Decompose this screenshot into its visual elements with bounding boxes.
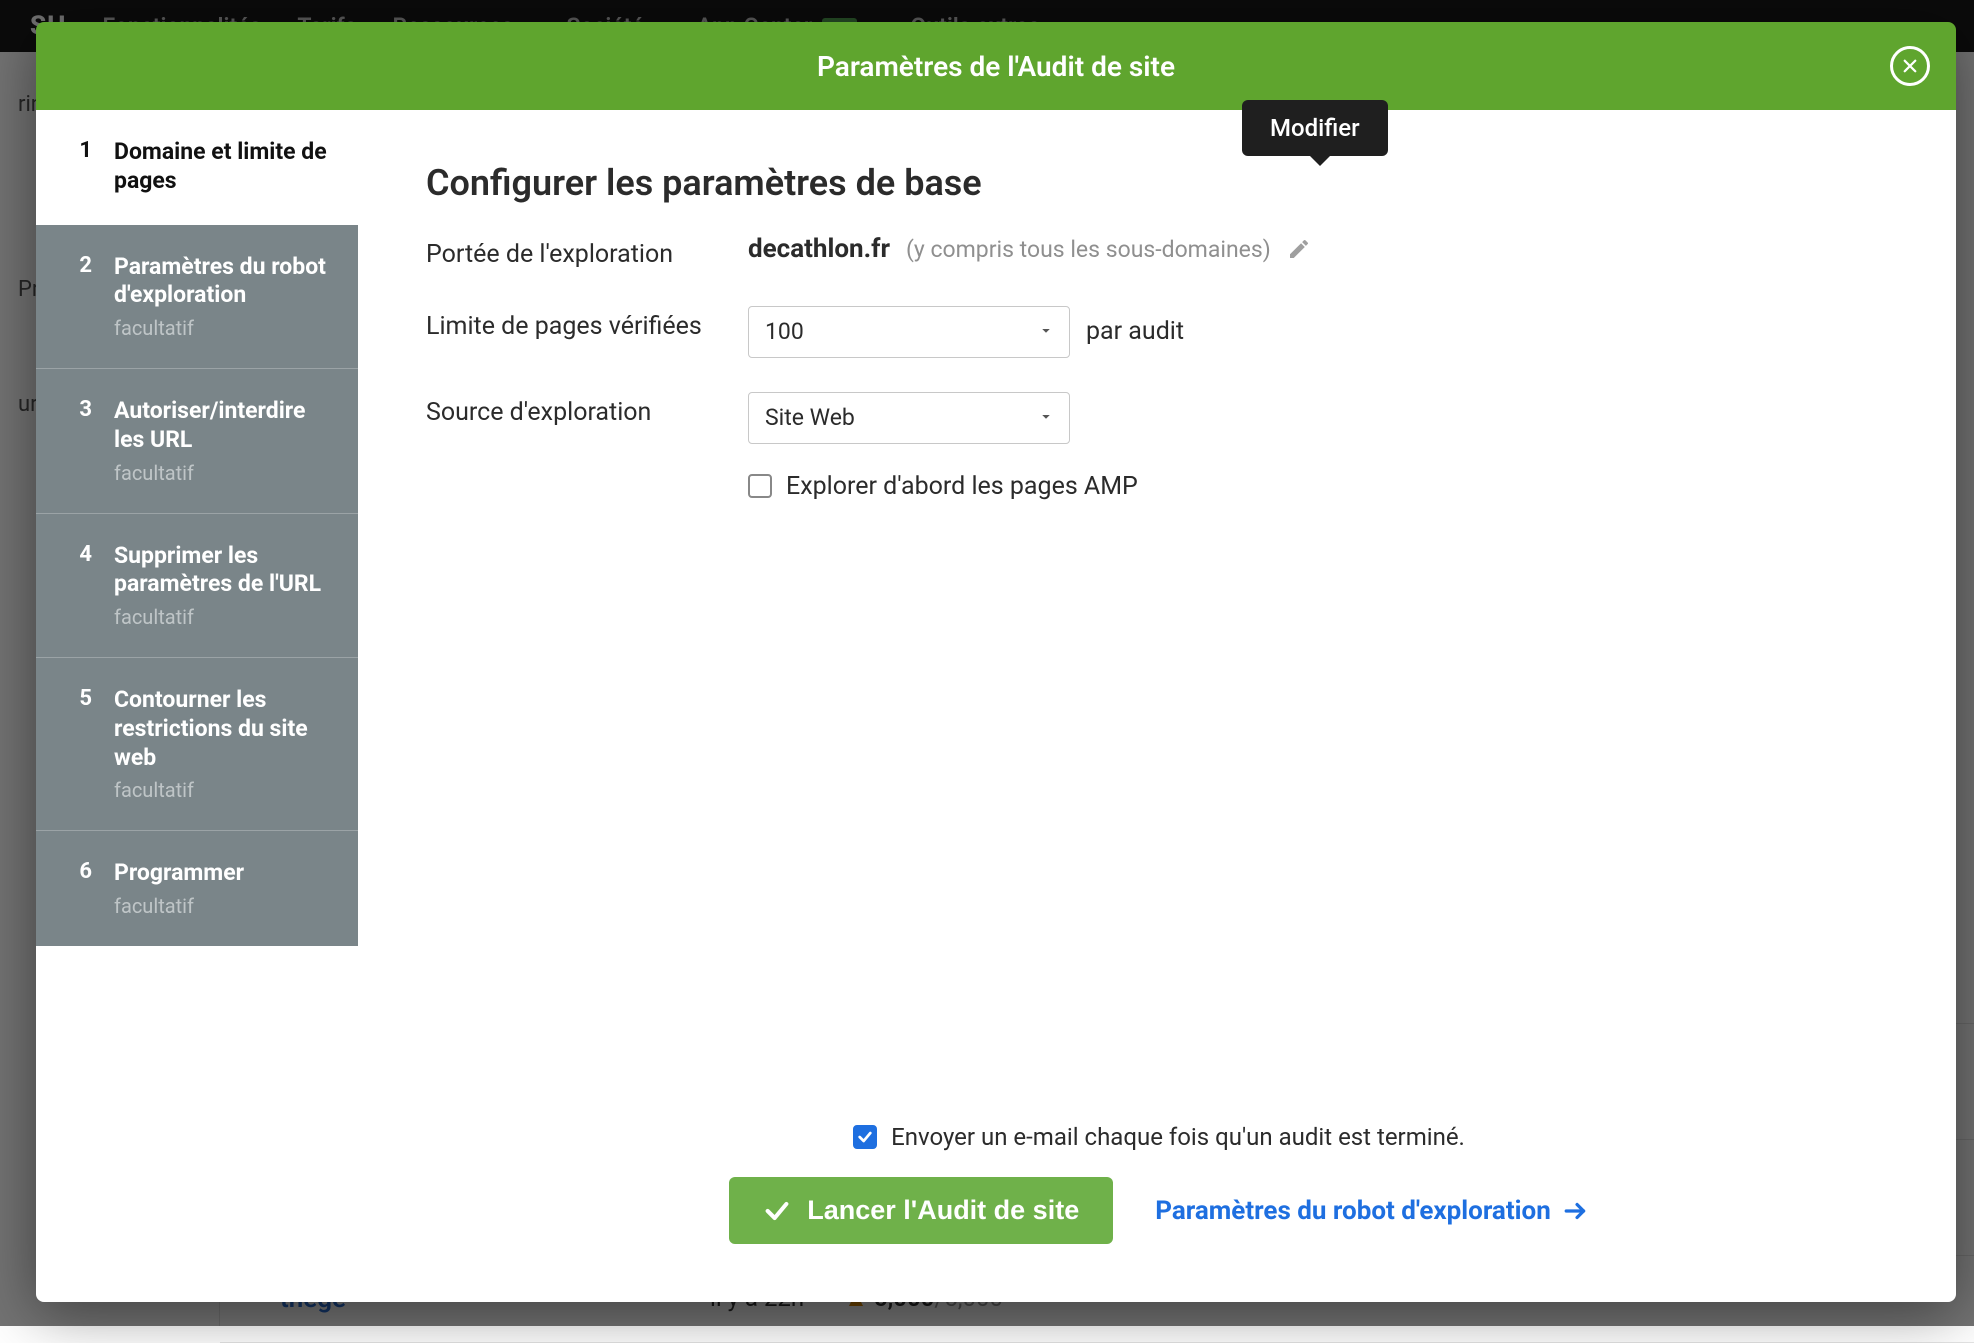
limit-label: Limite de pages vérifiées: [426, 306, 748, 344]
step-bypass-restrictions[interactable]: 5 Contourner les restrictions du site we…: [36, 658, 358, 831]
email-notify-checkbox[interactable]: [853, 1125, 877, 1149]
close-icon: [1901, 57, 1919, 75]
amp-first-row: Explorer d'abord les pages AMP: [748, 472, 1138, 501]
step-crawler-settings[interactable]: 2 Paramètres du robot d'exploration facu…: [36, 225, 358, 370]
page-limit-select[interactable]: 100: [748, 306, 1070, 358]
step-schedule[interactable]: 6 Programmer facultatif: [36, 831, 358, 946]
footer-actions: Lancer l'Audit de site Paramètres du rob…: [729, 1177, 1589, 1244]
edit-tooltip: Modifier: [1242, 100, 1388, 156]
step-allow-disallow-url[interactable]: 3 Autoriser/interdire les URL facultatif: [36, 369, 358, 514]
domain-value: decathlon.fr: [748, 234, 890, 264]
page-limit-value: 100: [765, 318, 804, 345]
modal-title: Paramètres de l'Audit de site: [817, 50, 1175, 83]
crawl-source-select[interactable]: Site Web: [748, 392, 1070, 444]
amp-first-label: Explorer d'abord les pages AMP: [786, 472, 1138, 501]
arrow-right-icon: [1563, 1198, 1589, 1224]
email-notify-label: Envoyer un e-mail chaque fois qu'un audi…: [891, 1123, 1465, 1151]
check-icon: [763, 1197, 791, 1225]
limit-suffix: par audit: [1086, 317, 1184, 346]
content-heading: Configurer les paramètres de base: [426, 162, 1892, 204]
modal-body: 1 Domaine et limite de pages 2 Paramètre…: [36, 110, 1956, 1302]
wizard-steps: 1 Domaine et limite de pages 2 Paramètre…: [36, 110, 358, 1302]
start-audit-button[interactable]: Lancer l'Audit de site: [729, 1177, 1113, 1244]
step-remove-url-params[interactable]: 4 Supprimer les paramètres de l'URL facu…: [36, 514, 358, 659]
check-icon: [857, 1129, 873, 1145]
row-crawl-scope: Portée de l'exploration decathlon.fr (y …: [426, 234, 1892, 272]
crawler-settings-link[interactable]: Paramètres du robot d'exploration: [1155, 1196, 1589, 1226]
chevron-down-icon: [1037, 404, 1055, 431]
source-label: Source d'exploration: [426, 392, 748, 430]
site-audit-settings-modal: Paramètres de l'Audit de site 1 Domaine …: [36, 22, 1956, 1302]
scope-note: (y compris tous les sous-domaines): [906, 236, 1271, 263]
amp-first-checkbox[interactable]: [748, 474, 772, 498]
crawl-source-value: Site Web: [765, 404, 855, 431]
scope-label: Portée de l'exploration: [426, 234, 748, 272]
row-page-limit: Limite de pages vérifiées 100 par audit: [426, 306, 1892, 358]
modal-content: Configurer les paramètres de base Modifi…: [358, 110, 1956, 1302]
modal-header: Paramètres de l'Audit de site: [36, 22, 1956, 110]
email-notify-row: Envoyer un e-mail chaque fois qu'un audi…: [853, 1123, 1465, 1151]
close-button[interactable]: [1890, 46, 1930, 86]
chevron-down-icon: [1037, 318, 1055, 345]
modal-footer: Envoyer un e-mail chaque fois qu'un audi…: [426, 1123, 1892, 1272]
step-domain-limit[interactable]: 1 Domaine et limite de pages: [36, 110, 358, 225]
row-crawl-source: Source d'exploration Site Web Explorer d…: [426, 392, 1892, 501]
pencil-icon: [1287, 237, 1311, 261]
edit-scope-button[interactable]: [1287, 237, 1311, 261]
